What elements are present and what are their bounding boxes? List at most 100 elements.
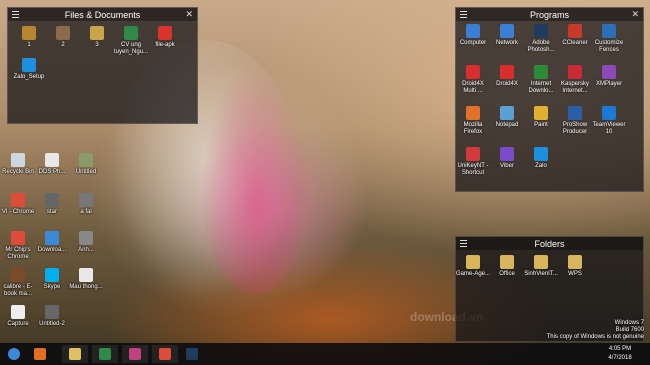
shortcut-document[interactable]: Mau thong... [68,268,104,291]
shortcut-zalo[interactable]: Zalo_Setup [12,58,46,81]
shortcut-proshow[interactable]: ProShow Producer [558,106,592,136]
menu-icon[interactable] [460,240,467,247]
shortcut-image[interactable]: Untitled [68,153,104,176]
folder-icon [500,255,514,269]
shortcut-fences[interactable]: Customize Fences [592,24,626,54]
shortcut-label: Capture [7,321,29,327]
start-button[interactable] [4,345,24,363]
shortcut-paint[interactable]: Paint [524,106,558,129]
excel-button[interactable] [92,345,118,363]
media-player-button[interactable] [30,345,50,363]
shortcut-label: UniKeyNT - Shortcut [457,163,489,176]
shortcut-label: Droid4X Multi ... [462,81,484,94]
folder-icon [534,255,548,269]
shortcut-network[interactable]: Network [490,24,524,47]
os-build: Build 7600 [615,327,644,333]
shortcut-chrome[interactable]: VI - Chrome [0,193,36,216]
shortcut-xmplayer[interactable]: XMPlayer [592,65,626,88]
shortcut-chrome[interactable]: Mr Chip's Chrome [0,231,36,261]
shortcut-label: Skype [43,284,61,290]
windows-icon [8,348,20,360]
shortcut-folder[interactable]: 1 [12,26,46,49]
shortcut-excel[interactable]: CV ung tuyen_Ngu... [114,26,148,56]
fence-header[interactable]: Folders [456,237,643,250]
shortcut-computer[interactable]: Computer [456,24,490,47]
menu-icon[interactable] [12,11,19,18]
shortcut-label: Viber [500,163,514,169]
droid4x-icon [500,65,514,79]
taskbar: 4:05 PM 4/7/2018 [0,343,650,365]
unikey-icon [466,147,480,161]
shortcut-firefox[interactable]: Mozilla Firefox [456,106,490,136]
windows-genuine-notice: Windows 7 Build 7600 This copy of Window… [547,320,644,341]
shortcut-folder[interactable]: 2 [46,26,80,49]
files-documents-fence[interactable]: Files & Documents ✕ 1 2 3 CV ung tuyen_Ngu.… [7,7,198,124]
shortcut-label: CV ung tuyen_Ngu... [114,42,149,55]
shortcut-folder[interactable]: WPS [558,255,592,278]
shortcut-label: VI - Chrome [1,209,35,215]
shortcut-ccleaner[interactable]: CCleaner [558,24,592,47]
notepad-icon [500,106,514,120]
photoshop-button[interactable] [182,345,202,363]
shortcut-label: ProShow Producer [562,122,588,135]
ccleaner-icon [568,24,582,38]
shortcut-notepad[interactable]: Notepad [490,106,524,129]
fence-header[interactable]: Programs ✕ [456,8,643,21]
shortcut-folder[interactable]: SinhVienIT... [524,255,558,278]
shortcut-label: Zalo [535,163,547,169]
shortcut-label: Recycle Bin [2,169,34,175]
shortcut-label: Kaspersky Internet... [560,81,589,94]
shortcut-zalo[interactable]: Zalo [524,147,558,170]
shortcut-label: Mau thong... [69,284,103,290]
close-icon[interactable]: ✕ [631,9,639,20]
programs-fence[interactable]: Programs ✕ Computer Network Adobe Photosh.… [455,7,644,192]
shortcut-folder[interactable]: Game-Age... [456,255,490,278]
folder-icon [22,26,36,40]
shortcut-folder[interactable]: Office [490,255,524,278]
skype-icon [45,268,59,282]
fence-header[interactable]: Files & Documents ✕ [8,8,197,21]
shortcut-label: WPS [568,271,582,277]
shortcut-image[interactable]: star [34,193,70,216]
shortcut-document[interactable]: DDS Ph... [34,153,70,176]
excel-icon [99,348,111,360]
shortcut-image[interactable]: Capture [0,305,36,328]
wallpaper-child [200,65,310,295]
shortcut-folder[interactable]: 3 [80,26,114,49]
shortcut-unikey[interactable]: UniKeyNT - Shortcut [456,147,490,177]
fences-icon [602,24,616,38]
download-icon [45,231,59,245]
menu-icon[interactable] [460,11,467,18]
folder-icon [69,348,81,360]
folder-icon [56,26,70,40]
close-icon[interactable]: ✕ [185,9,193,20]
system-clock[interactable]: 4:05 PM 4/7/2018 [600,345,640,363]
shortcut-label: file-apk [155,42,175,48]
shortcut-label: 3 [95,42,99,48]
folder-icon [90,26,104,40]
shortcut-recycle-bin[interactable]: Recycle Bin [0,153,36,176]
shortcut-image[interactable]: Anh... [68,231,104,254]
shortcut-droid4x[interactable]: Droid4X [490,65,524,88]
pdf-icon [158,26,172,40]
shortcut-image[interactable]: a fal [68,193,104,216]
genuine-warning: This copy of Windows is not genuine [546,334,644,340]
shortcut-pdf[interactable]: file-apk [148,26,182,49]
shortcut-viber[interactable]: Viber [490,147,524,170]
clock-date: 4/7/2018 [608,355,632,361]
shortcut-kaspersky[interactable]: Kaspersky Internet... [558,65,592,95]
shortcut-download[interactable]: Downloa... [34,231,70,254]
explorer-button[interactable] [62,345,88,363]
shortcut-photoshop[interactable]: Adobe Photosh... [524,24,558,54]
paint-button[interactable] [122,345,148,363]
shortcut-label: 1 [27,42,31,48]
chrome-button[interactable] [152,345,178,363]
shortcut-skype[interactable]: Skype [34,268,70,291]
shortcut-teamviewer[interactable]: TeamViewer 10 [592,106,626,136]
computer-icon [466,24,480,38]
shortcut-calibre[interactable]: calibre - E-book ma... [0,268,36,298]
clock-time: 4:05 PM [608,346,632,352]
shortcut-idm[interactable]: Internet Downlo... [524,65,558,95]
shortcut-image[interactable]: Untitled-2 [34,305,70,328]
shortcut-droid4x[interactable]: Droid4X Multi ... [456,65,490,95]
